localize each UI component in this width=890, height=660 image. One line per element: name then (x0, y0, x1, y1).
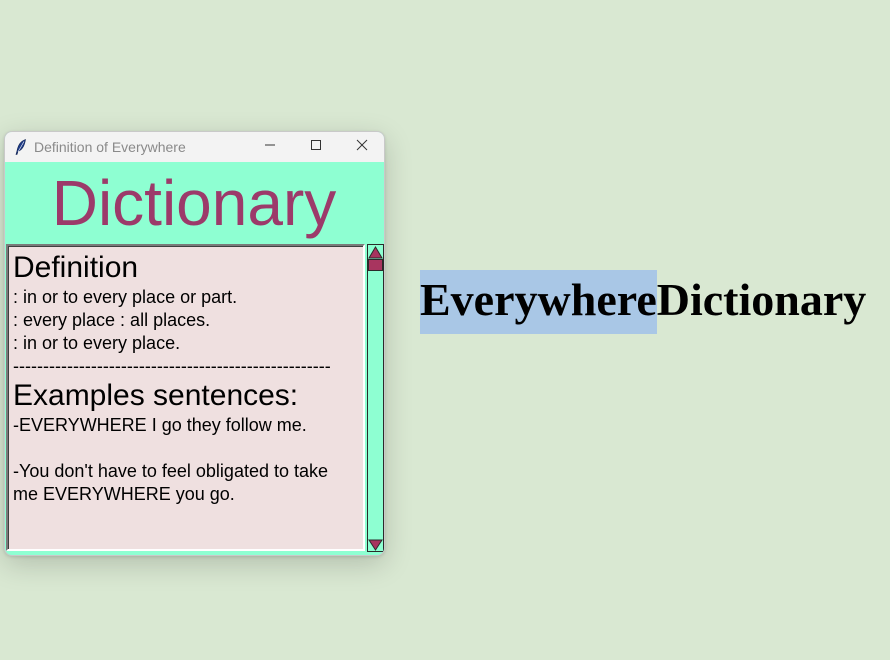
window-title: Definition of Everywhere (34, 139, 186, 155)
vertical-scrollbar[interactable] (367, 244, 384, 552)
example-sentence: -EVERYWHERE I go they follow me. (13, 415, 307, 435)
maximize-icon (310, 138, 322, 156)
example-sentence: -You don't have to feel obligated to tak… (13, 461, 329, 504)
trailing-word[interactable]: Dictionary (657, 274, 867, 325)
feather-icon (15, 139, 27, 155)
minimize-button[interactable] (247, 132, 293, 162)
definition-line: : in or to every place. (13, 333, 181, 353)
definition-line: : every place : all places. (13, 310, 211, 330)
title-bar[interactable]: Definition of Everywhere (5, 132, 384, 162)
app-heading: Dictionary (51, 167, 337, 239)
dictionary-window: Definition of Everywhere Dictionary Defi… (4, 131, 385, 556)
definition-heading: Definition (13, 251, 139, 284)
scroll-up-arrow-icon[interactable] (368, 246, 383, 259)
separator-line: ----------------------------------------… (13, 356, 331, 376)
examples-heading: Examples sentences: (13, 379, 299, 412)
scroll-thumb[interactable] (368, 259, 383, 271)
close-button[interactable] (339, 132, 384, 162)
definition-line: : in or to every place or part. (13, 287, 238, 307)
selected-word[interactable]: Everywhere (420, 270, 657, 334)
maximize-button[interactable] (293, 132, 339, 162)
desktop-text[interactable]: EverywhereDictionary (420, 270, 866, 334)
scroll-down-arrow-icon[interactable] (368, 538, 383, 551)
close-icon (356, 138, 368, 156)
definition-text-area[interactable]: Definition : in or to every place or par… (6, 244, 365, 551)
minimize-icon (264, 138, 276, 156)
